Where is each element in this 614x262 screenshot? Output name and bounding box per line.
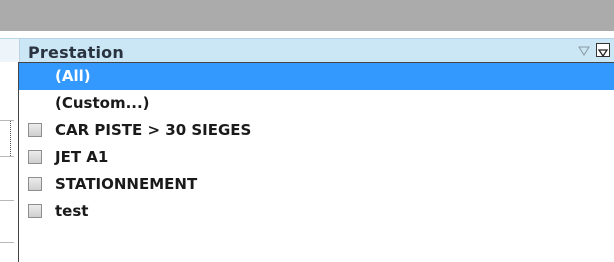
grid-rule	[0, 200, 14, 201]
filter-checkbox[interactable]	[28, 177, 42, 191]
column-header[interactable]: Prestation	[0, 38, 614, 63]
grid-rule	[0, 242, 14, 243]
filter-checkbox[interactable]	[28, 204, 42, 218]
column-header-label: Prestation	[28, 43, 124, 62]
filter-option-label: CAR PISTE > 30 SIEGES	[55, 121, 252, 139]
filter-option-car-piste[interactable]: CAR PISTE > 30 SIEGES	[19, 117, 614, 144]
row-indicator-header	[0, 39, 20, 63]
sort-triangle-icon[interactable]	[578, 45, 590, 57]
grid-dotted-line	[10, 120, 12, 156]
filter-dropdown-list[interactable]: (All) (Custom...) CAR PISTE > 30 SIEGES …	[18, 62, 614, 262]
filter-option-all[interactable]: (All)	[19, 63, 614, 90]
filter-dropdown-icon[interactable]	[596, 43, 610, 58]
row-indicator-column	[0, 62, 20, 262]
filter-checkbox[interactable]	[28, 123, 42, 137]
filter-option-jet-a1[interactable]: JET A1	[19, 144, 614, 171]
filter-option-label: JET A1	[55, 148, 109, 166]
filter-option-custom[interactable]: (Custom...)	[19, 90, 614, 117]
filter-option-stationnement[interactable]: STATIONNEMENT	[19, 171, 614, 198]
filter-arrow-icon	[597, 49, 609, 58]
filter-option-label: STATIONNEMENT	[55, 175, 198, 193]
grid-rule	[0, 156, 14, 157]
top-toolbar-band	[0, 0, 614, 31]
grid-rule	[0, 120, 14, 121]
filter-option-label: test	[55, 202, 89, 220]
filter-option-label: (All)	[55, 67, 91, 85]
filter-checkbox[interactable]	[28, 150, 42, 164]
header-gap	[0, 31, 614, 38]
filter-option-label: (Custom...)	[55, 94, 150, 112]
filter-option-test[interactable]: test	[19, 198, 614, 225]
